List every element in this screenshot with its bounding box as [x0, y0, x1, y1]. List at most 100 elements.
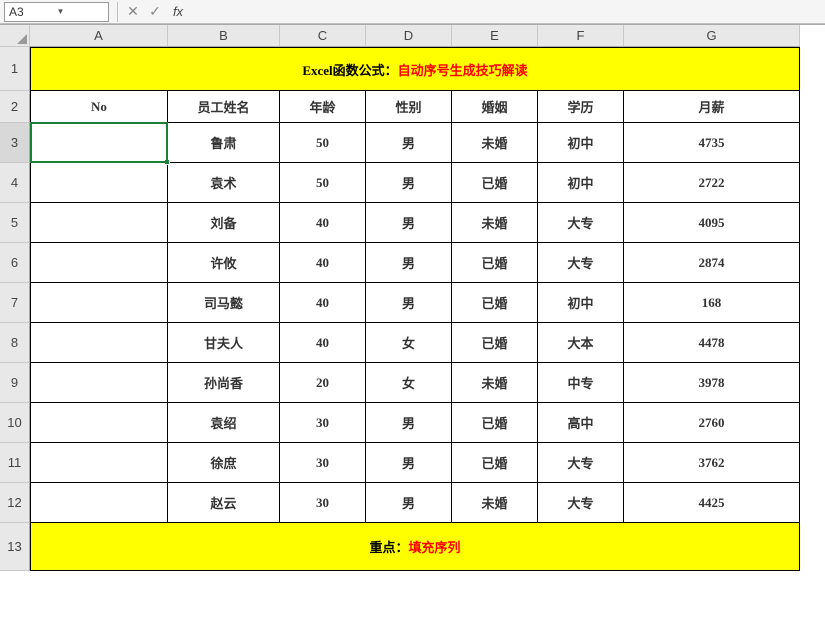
cell-A5[interactable] [30, 203, 168, 243]
row-header-10[interactable]: 10 [0, 403, 30, 443]
row-header-13[interactable]: 13 [0, 523, 30, 571]
cell-B10[interactable]: 袁绍 [168, 403, 280, 443]
cell-C12[interactable]: 30 [280, 483, 366, 523]
cell-F4[interactable]: 初中 [538, 163, 624, 203]
cell-B7[interactable]: 司马懿 [168, 283, 280, 323]
name-box[interactable]: A3 ▼ [4, 2, 109, 22]
cell-C6[interactable]: 40 [280, 243, 366, 283]
cell-G12[interactable]: 4425 [624, 483, 800, 523]
cell-C10[interactable]: 30 [280, 403, 366, 443]
cell-A12[interactable] [30, 483, 168, 523]
cell-E9[interactable]: 未婚 [452, 363, 538, 403]
cell-D4[interactable]: 男 [366, 163, 452, 203]
column-header-B[interactable]: B [168, 25, 280, 47]
cell-A3[interactable] [30, 123, 168, 163]
column-header-F[interactable]: F [538, 25, 624, 47]
cell-C11[interactable]: 30 [280, 443, 366, 483]
row-header-3[interactable]: 3 [0, 123, 30, 163]
row-header-4[interactable]: 4 [0, 163, 30, 203]
column-header-C[interactable]: C [280, 25, 366, 47]
cell-G7[interactable]: 168 [624, 283, 800, 323]
footer-cell: 重点：填充序列 [30, 523, 800, 571]
cell-F7[interactable]: 初中 [538, 283, 624, 323]
row-header-6[interactable]: 6 [0, 243, 30, 283]
cell-E7[interactable]: 已婚 [452, 283, 538, 323]
cell-A6[interactable] [30, 243, 168, 283]
cell-G3[interactable]: 4735 [624, 123, 800, 163]
cell-C4[interactable]: 50 [280, 163, 366, 203]
cell-C7[interactable]: 40 [280, 283, 366, 323]
cell-D8[interactable]: 女 [366, 323, 452, 363]
cell-D5[interactable]: 男 [366, 203, 452, 243]
fill-handle[interactable] [164, 159, 170, 165]
cell-C9[interactable]: 20 [280, 363, 366, 403]
cell-D3[interactable]: 男 [366, 123, 452, 163]
row-header-8[interactable]: 8 [0, 323, 30, 363]
cancel-formula-button[interactable]: ✕ [122, 2, 144, 22]
row-header-2[interactable]: 2 [0, 91, 30, 123]
row-header-11[interactable]: 11 [0, 443, 30, 483]
cell-G6[interactable]: 2874 [624, 243, 800, 283]
cell-C5[interactable]: 40 [280, 203, 366, 243]
cell-D9[interactable]: 女 [366, 363, 452, 403]
cell-D12[interactable]: 男 [366, 483, 452, 523]
cell-A4[interactable] [30, 163, 168, 203]
formula-input[interactable] [194, 2, 823, 22]
row-header-5[interactable]: 5 [0, 203, 30, 243]
cell-F10[interactable]: 高中 [538, 403, 624, 443]
cell-A11[interactable] [30, 443, 168, 483]
cell-E10[interactable]: 已婚 [452, 403, 538, 443]
cell-B8[interactable]: 甘夫人 [168, 323, 280, 363]
cell-B9[interactable]: 孙尚香 [168, 363, 280, 403]
cell-D7[interactable]: 男 [366, 283, 452, 323]
cell-C3[interactable]: 50 [280, 123, 366, 163]
cell-A9[interactable] [30, 363, 168, 403]
cell-B3[interactable]: 鲁肃 [168, 123, 280, 163]
cell-E6[interactable]: 已婚 [452, 243, 538, 283]
cell-F11[interactable]: 大专 [538, 443, 624, 483]
cell-G5[interactable]: 4095 [624, 203, 800, 243]
cell-B11[interactable]: 徐庶 [168, 443, 280, 483]
cell-D10[interactable]: 男 [366, 403, 452, 443]
cell-A8[interactable] [30, 323, 168, 363]
row-header-12[interactable]: 12 [0, 483, 30, 523]
cell-G11[interactable]: 3762 [624, 443, 800, 483]
cell-D6[interactable]: 男 [366, 243, 452, 283]
column-header-G[interactable]: G [624, 25, 800, 47]
select-all-button[interactable] [0, 25, 30, 47]
spreadsheet-grid[interactable]: ABCDEFG1Excel函数公式：自动序号生成技巧解读2No员工姓名年龄性别婚… [0, 24, 825, 571]
cell-F5[interactable]: 大专 [538, 203, 624, 243]
chevron-down-icon[interactable]: ▼ [57, 7, 105, 16]
column-header-A[interactable]: A [30, 25, 168, 47]
cell-B4[interactable]: 袁术 [168, 163, 280, 203]
row-header-9[interactable]: 9 [0, 363, 30, 403]
cell-C8[interactable]: 40 [280, 323, 366, 363]
cell-E12[interactable]: 未婚 [452, 483, 538, 523]
insert-function-button[interactable]: fx [166, 2, 188, 22]
cell-B5[interactable]: 刘备 [168, 203, 280, 243]
cell-B6[interactable]: 许攸 [168, 243, 280, 283]
cell-E3[interactable]: 未婚 [452, 123, 538, 163]
cell-B12[interactable]: 赵云 [168, 483, 280, 523]
cell-A7[interactable] [30, 283, 168, 323]
cell-F8[interactable]: 大本 [538, 323, 624, 363]
cell-E4[interactable]: 已婚 [452, 163, 538, 203]
cell-G9[interactable]: 3978 [624, 363, 800, 403]
cell-E5[interactable]: 未婚 [452, 203, 538, 243]
cell-G8[interactable]: 4478 [624, 323, 800, 363]
cell-F3[interactable]: 初中 [538, 123, 624, 163]
cell-F9[interactable]: 中专 [538, 363, 624, 403]
column-header-D[interactable]: D [366, 25, 452, 47]
accept-formula-button[interactable]: ✓ [144, 2, 166, 22]
cell-E8[interactable]: 已婚 [452, 323, 538, 363]
cell-E11[interactable]: 已婚 [452, 443, 538, 483]
row-header-7[interactable]: 7 [0, 283, 30, 323]
cell-G10[interactable]: 2760 [624, 403, 800, 443]
cell-F12[interactable]: 大专 [538, 483, 624, 523]
column-header-E[interactable]: E [452, 25, 538, 47]
cell-G4[interactable]: 2722 [624, 163, 800, 203]
cell-A10[interactable] [30, 403, 168, 443]
cell-F6[interactable]: 大专 [538, 243, 624, 283]
cell-D11[interactable]: 男 [366, 443, 452, 483]
row-header-1[interactable]: 1 [0, 47, 30, 91]
